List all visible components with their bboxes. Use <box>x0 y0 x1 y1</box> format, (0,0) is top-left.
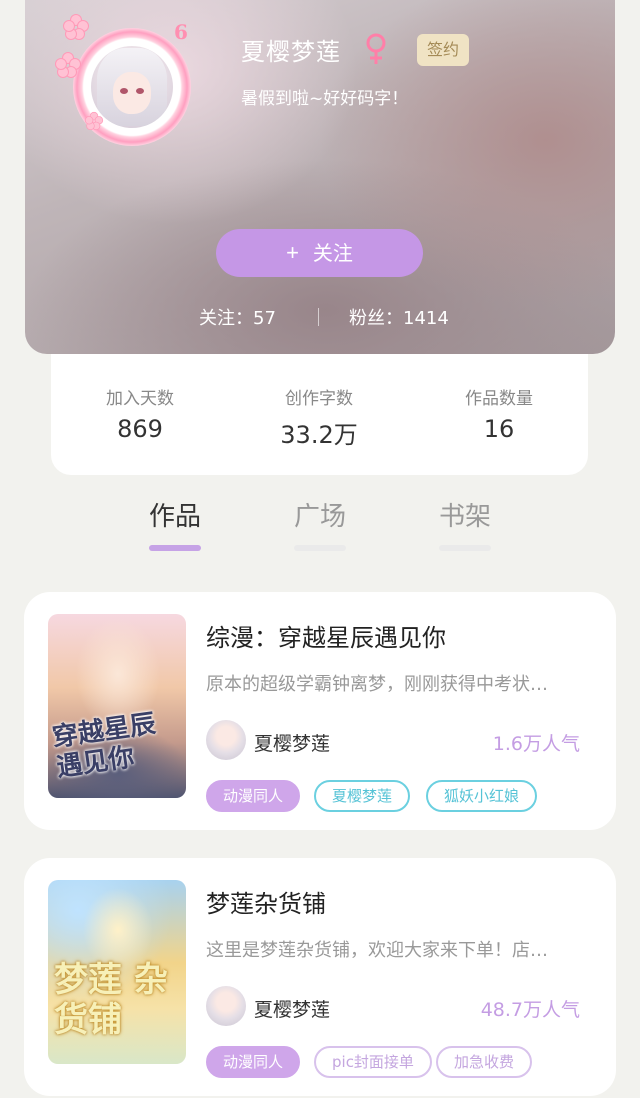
stat-label: 加入天数 <box>106 389 174 409</box>
tag-chip[interactable]: pic封面接单 <box>314 1046 432 1078</box>
content-tabs: 作品 广场 书架 <box>0 490 640 560</box>
book-card[interactable]: 梦莲 杂货铺 梦莲杂货铺 这里是梦莲杂货铺，欢迎大家来下单！店… 夏樱梦莲 48… <box>24 858 616 1096</box>
book-title: 综漫：穿越星辰遇见你 <box>206 624 446 652</box>
tag-chip[interactable]: 夏樱梦莲 <box>314 780 411 812</box>
book-description: 这里是梦莲杂货铺，欢迎大家来下单！店… <box>206 940 548 961</box>
tab-label: 广场 <box>293 502 346 532</box>
popularity-count: 1.6万人气 <box>492 733 580 755</box>
follow-stats: 关注：57 粉丝：1414 <box>25 302 615 332</box>
tag-chip[interactable]: 动漫同人 <box>206 1046 301 1078</box>
divider <box>318 308 319 326</box>
author-name: 夏樱梦莲 <box>254 999 331 1021</box>
female-gender-icon <box>366 33 386 64</box>
author-avatar[interactable] <box>206 720 246 760</box>
tag-chip[interactable]: 狐妖小红娘 <box>426 780 538 812</box>
author-name: 夏樱梦莲 <box>254 733 331 755</box>
stat-label: 创作字数 <box>285 389 353 409</box>
stat-value: 33.2万 <box>280 421 358 449</box>
tab-bookshelf[interactable]: 书架 <box>415 496 515 551</box>
author-avatar[interactable] <box>206 986 246 1026</box>
stat-value: 869 <box>117 415 163 443</box>
author-stats-card: 加入天数 869 创作字数 33.2万 作品数量 16 <box>51 354 588 475</box>
avatar[interactable]: 6 <box>53 10 213 160</box>
book-cover[interactable]: 梦莲 杂货铺 <box>48 880 186 1064</box>
book-cover[interactable]: 穿越星辰 遇见你 <box>48 614 186 798</box>
stat-works-count: 作品数量 16 <box>419 384 579 443</box>
cover-title-text: 穿越星辰 遇见你 <box>50 709 158 783</box>
profile-header: 6 夏樱梦莲 签约 暑假到啦~好好码字！ + 关注 关注：57 粉丝：1414 <box>25 0 615 354</box>
tab-indicator <box>439 545 491 551</box>
sakura-flower-icon <box>84 111 104 131</box>
book-title: 梦莲杂货铺 <box>206 890 326 918</box>
following-count[interactable]: 关注：57 <box>199 304 276 330</box>
stat-join-days: 加入天数 869 <box>60 384 220 443</box>
signed-badge: 签约 <box>417 34 470 66</box>
cover-title-text: 梦莲 杂货铺 <box>54 960 168 1040</box>
tab-label: 作品 <box>148 502 201 532</box>
user-signature: 暑假到啦~好好码字！ <box>241 89 409 109</box>
fans-count[interactable]: 粉丝：1414 <box>349 304 449 330</box>
stat-word-count: 创作字数 33.2万 <box>239 384 399 450</box>
tag-chip[interactable]: 动漫同人 <box>206 780 301 812</box>
book-card[interactable]: 穿越星辰 遇见你 综漫：穿越星辰遇见你 原本的超级学霸钟离梦，刚刚获得中考状… … <box>24 592 616 830</box>
book-description: 原本的超级学霸钟离梦，刚刚获得中考状… <box>206 674 548 695</box>
follow-button-label: 关注 <box>312 243 353 265</box>
stat-value: 16 <box>483 415 515 443</box>
level-badge: 6 <box>174 20 188 44</box>
sakura-flower-icon <box>63 14 89 40</box>
tab-indicator <box>294 545 346 551</box>
tab-square[interactable]: 广场 <box>270 496 370 551</box>
sakura-flower-icon <box>55 52 81 78</box>
tab-label: 书架 <box>438 502 491 532</box>
user-name: 夏樱梦莲 <box>241 38 341 66</box>
author-profile-page: 6 夏樱梦莲 签约 暑假到啦~好好码字！ + 关注 关注：57 粉丝：1414 加… <box>0 0 640 1098</box>
tab-indicator <box>149 545 201 551</box>
stat-label: 作品数量 <box>465 389 533 409</box>
avatar-image <box>91 46 173 128</box>
tab-works[interactable]: 作品 <box>125 496 225 551</box>
popularity-count: 48.7万人气 <box>480 999 580 1021</box>
plus-icon: + <box>286 240 299 265</box>
follow-button[interactable]: + 关注 <box>216 229 423 277</box>
tag-chip[interactable]: 加急收费 <box>436 1046 533 1078</box>
